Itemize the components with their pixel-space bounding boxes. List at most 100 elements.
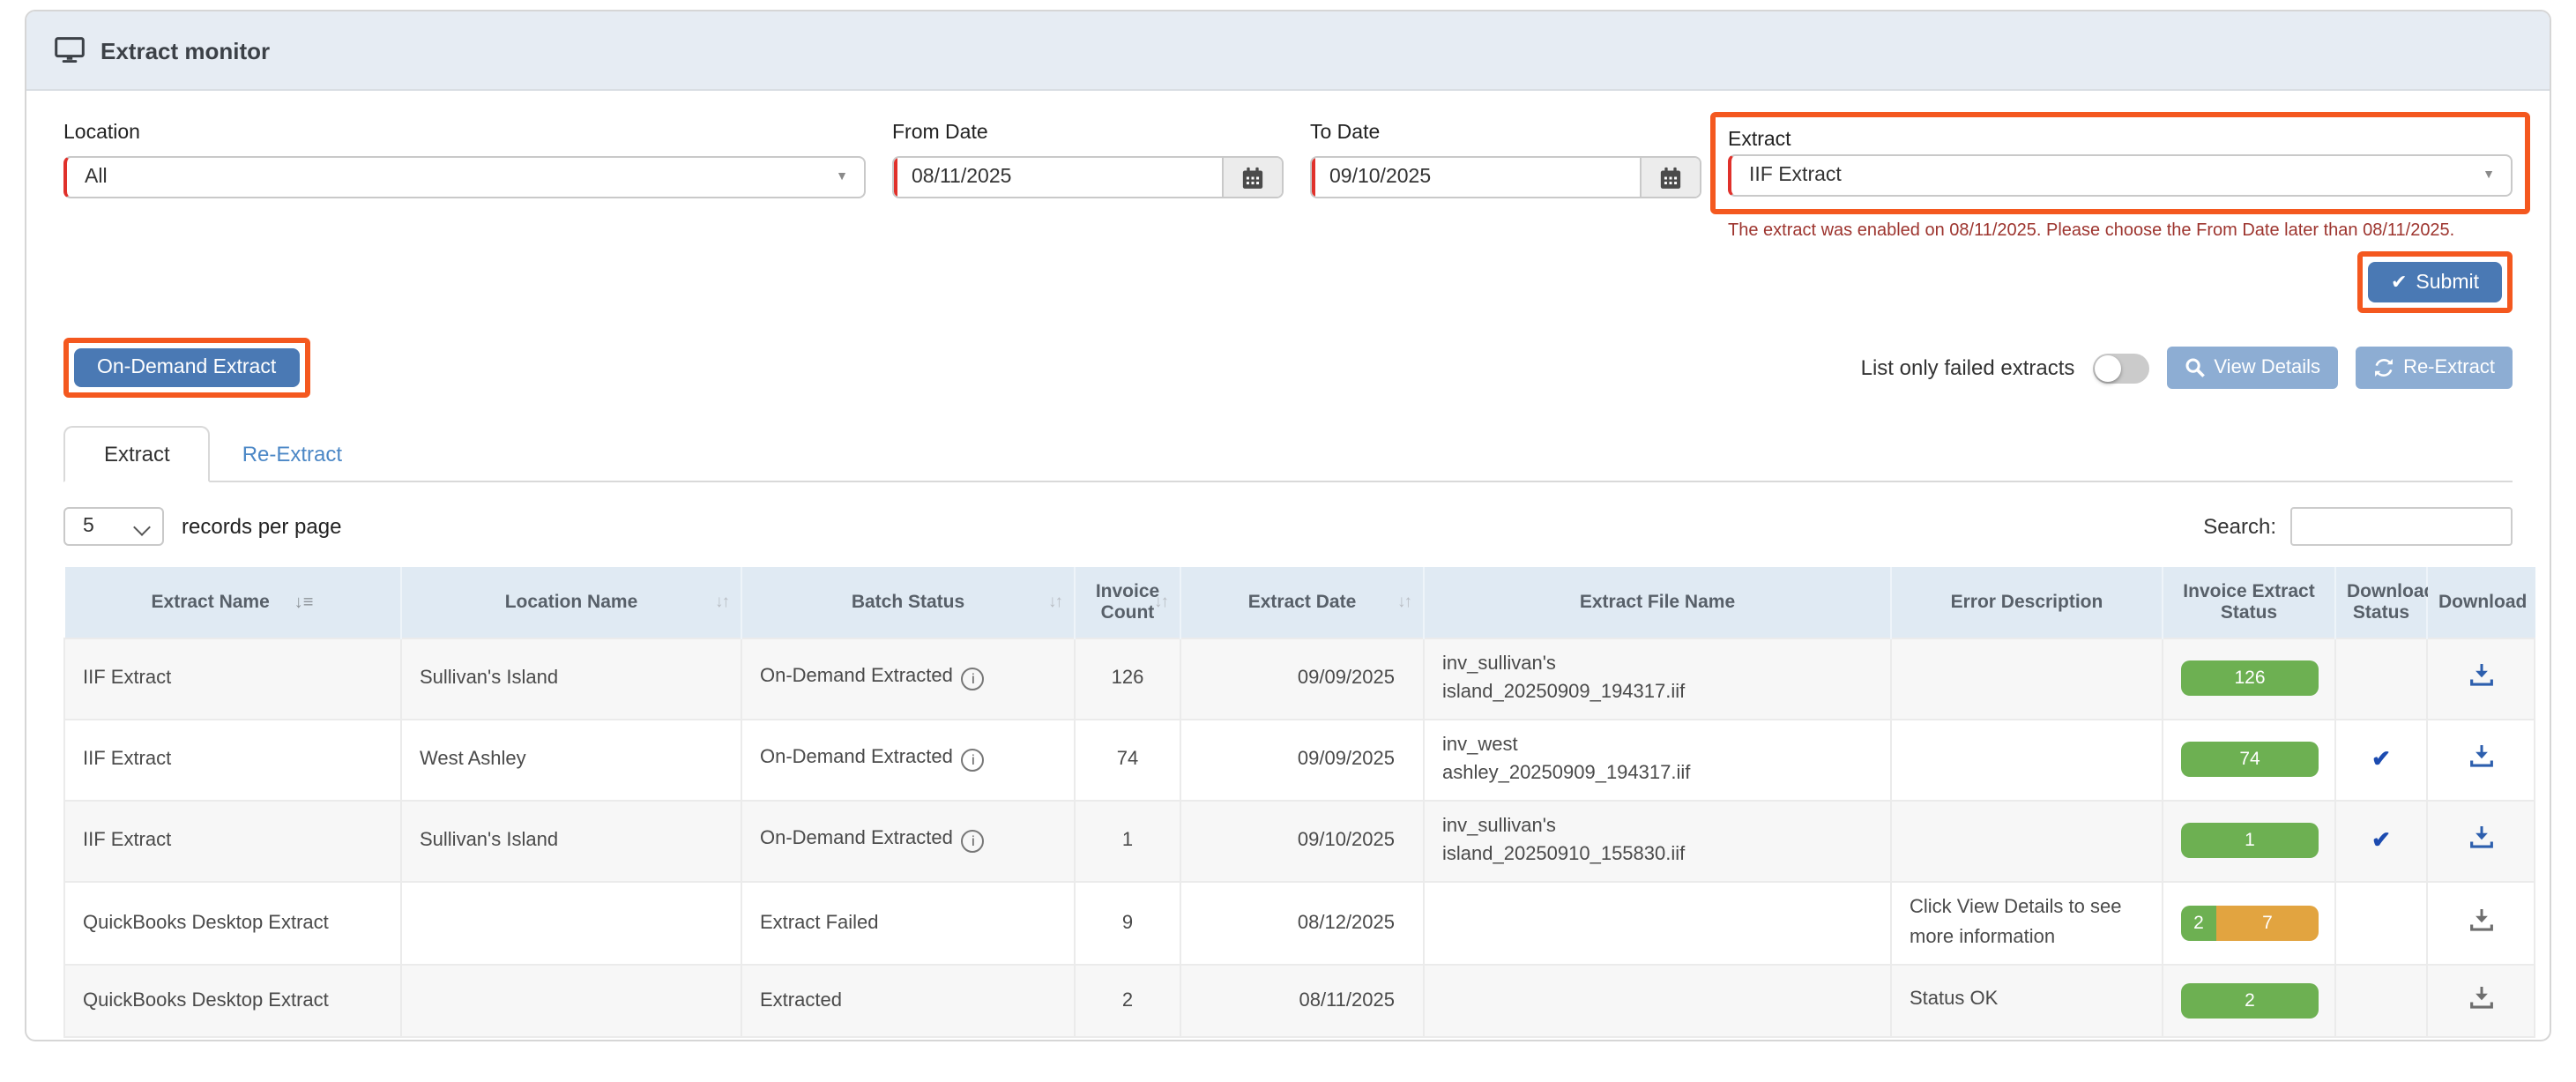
- download-status-cell: ✔: [2335, 719, 2427, 800]
- records-per-page-select[interactable]: 5: [63, 507, 164, 546]
- column-header-download-status: Download Status: [2335, 567, 2427, 638]
- submit-button[interactable]: ✔ Submit: [2368, 262, 2502, 302]
- status-badge-segment: 7: [2216, 905, 2319, 940]
- extract-file-name-cell: [1424, 964, 1891, 1036]
- on-demand-extract-button[interactable]: On-Demand Extract: [74, 348, 299, 387]
- invoice-count-cell: 74: [1075, 719, 1180, 800]
- batch-status-cell: On-Demand Extractedi: [741, 719, 1075, 800]
- card-body: Location All ▼ From Date 08/11/2025: [26, 91, 2550, 1041]
- table-row: IIF ExtractWest AshleyOn-Demand Extracte…: [64, 719, 2535, 800]
- table-row: QuickBooks Desktop ExtractExtracted208/1…: [64, 964, 2535, 1036]
- re-extract-button[interactable]: Re-Extract: [2356, 347, 2513, 389]
- status-badge: 74: [2181, 742, 2319, 777]
- error-description-text: Click View Details to see more informati…: [1910, 892, 2144, 952]
- location-value: All: [85, 167, 108, 188]
- extract-file-name-cell: inv_west ashley_20250909_194317.iif: [1424, 719, 1891, 800]
- info-icon[interactable]: i: [962, 749, 985, 772]
- location-select[interactable]: All ▼: [63, 156, 866, 198]
- error-description-text: Status OK: [1910, 985, 1998, 1015]
- file-name-text: inv_sullivan's island_20250909_194317.ii…: [1442, 649, 1721, 707]
- download-status-cell: ✔: [2335, 800, 2427, 881]
- records-per-page-label: records per page: [182, 514, 341, 539]
- column-header-invoice-count[interactable]: Invoice Count↓↑: [1075, 567, 1180, 638]
- error-description-cell: [1891, 800, 2163, 881]
- download-button[interactable]: [2466, 660, 2496, 696]
- chevron-down-icon: ▼: [836, 171, 848, 183]
- view-details-button[interactable]: View Details: [2166, 347, 2338, 389]
- download-icon: [2469, 745, 2492, 768]
- search-control: Search:: [2203, 507, 2513, 546]
- check-icon: ✔: [2371, 745, 2391, 772]
- column-label: Extract Name: [152, 592, 270, 613]
- calendar-icon: [1241, 166, 1264, 189]
- invoice-extract-status-cell: 1: [2163, 800, 2335, 881]
- download-button[interactable]: [2466, 742, 2496, 777]
- download-cell: [2427, 800, 2535, 881]
- column-header-extract-name[interactable]: Extract Name↓≡: [64, 567, 401, 638]
- invoice-count-cell: 9: [1075, 881, 1180, 964]
- column-header-location-name[interactable]: Location Name↓↑: [401, 567, 741, 638]
- from-date-value: 08/11/2025: [912, 167, 1011, 188]
- search-input[interactable]: [2290, 507, 2513, 546]
- column-label: Batch Status: [852, 592, 964, 613]
- tabs: Extract Re-Extract: [63, 426, 2513, 482]
- column-header-invoice-extract-status: Invoice Extract Status: [2163, 567, 2335, 638]
- sort-arrows-icon: ↓↑: [1154, 593, 1167, 612]
- refresh-icon: [2373, 357, 2394, 378]
- from-date-calendar-button[interactable]: [1222, 158, 1282, 197]
- batch-status-cell: Extract Failed: [741, 881, 1075, 964]
- column-header-extract-date[interactable]: Extract Date↓↑: [1180, 567, 1424, 638]
- extracts-table: Extract Name↓≡Location Name↓↑Batch Statu…: [63, 567, 2535, 1037]
- extract-name-cell: IIF Extract: [64, 638, 401, 719]
- column-header-extract-file-name: Extract File Name: [1424, 567, 1891, 638]
- column-label: Extract File Name: [1580, 592, 1735, 613]
- download-status-cell: [2335, 964, 2427, 1036]
- file-name-text: inv_west ashley_20250909_194317.iif: [1442, 730, 1721, 788]
- table-controls: 5 records per page Search:: [63, 507, 2513, 546]
- download-cell: [2427, 881, 2535, 964]
- extract-file-name-cell: inv_sullivan's island_20250909_194317.ii…: [1424, 638, 1891, 719]
- table-header-row: Extract Name↓≡Location Name↓↑Batch Statu…: [64, 567, 2535, 638]
- download-button[interactable]: [2466, 823, 2496, 858]
- column-header-batch-status[interactable]: Batch Status↓↑: [741, 567, 1075, 638]
- submit-row: ✔ Submit: [1728, 251, 2513, 313]
- download-button[interactable]: [2466, 982, 2496, 1018]
- extract-name-cell: QuickBooks Desktop Extract: [64, 881, 401, 964]
- sort-arrows-icon: ↓↑: [715, 593, 728, 612]
- invoice-extract-status-cell: 126: [2163, 638, 2335, 719]
- check-icon: ✔: [2391, 271, 2407, 294]
- tab-extract[interactable]: Extract: [63, 426, 211, 482]
- page-title: Extract monitor: [101, 37, 270, 63]
- failed-extracts-toggle[interactable]: [2092, 353, 2148, 383]
- column-label: Extract Date: [1248, 592, 1357, 613]
- calendar-icon: [1659, 166, 1682, 189]
- download-icon: [2469, 664, 2492, 687]
- status-badge: 27: [2181, 905, 2319, 940]
- status-badge: 1: [2181, 823, 2319, 858]
- extract-date-cell: 08/12/2025: [1180, 881, 1424, 964]
- tab-re-extract[interactable]: Re-Extract: [211, 428, 374, 481]
- download-button[interactable]: [2466, 905, 2496, 940]
- table-row: QuickBooks Desktop Extract Extract Failed…: [64, 881, 2535, 964]
- extract-field-highlight: Extract IIF Extract ▼: [1710, 112, 2530, 214]
- info-icon[interactable]: i: [962, 830, 985, 853]
- extract-value: IIF Extract: [1749, 165, 1842, 186]
- error-description-cell: [1891, 719, 2163, 800]
- on-demand-highlight: On-Demand Extract: [63, 338, 309, 398]
- extract-name-cell: QuickBooks Desktop Extract: [64, 964, 401, 1036]
- batch-status-cell: On-Demand Extracted i: [741, 638, 1075, 719]
- search-icon: [2184, 357, 2205, 378]
- column-label: Download Status: [2347, 581, 2435, 623]
- extract-select[interactable]: IIF Extract ▼: [1728, 154, 2513, 197]
- card-header: Extract monitor: [26, 11, 2550, 91]
- batch-status-text: On-Demand Extracted: [760, 666, 953, 687]
- error-description-cell: Click View Details to see more informati…: [1891, 881, 2163, 964]
- from-date-input[interactable]: 08/11/2025: [894, 158, 1222, 197]
- column-label: Invoice Extract Status: [2183, 581, 2314, 623]
- from-date-field: From Date 08/11/2025: [892, 123, 1284, 198]
- info-icon[interactable]: i: [962, 668, 985, 690]
- to-date-calendar-button[interactable]: [1640, 158, 1700, 197]
- extract-monitor-card: Extract monitor Location All ▼ From Date…: [25, 10, 2551, 1041]
- to-date-input[interactable]: 09/10/2025: [1312, 158, 1640, 197]
- invoice-extract-status-cell: 74: [2163, 719, 2335, 800]
